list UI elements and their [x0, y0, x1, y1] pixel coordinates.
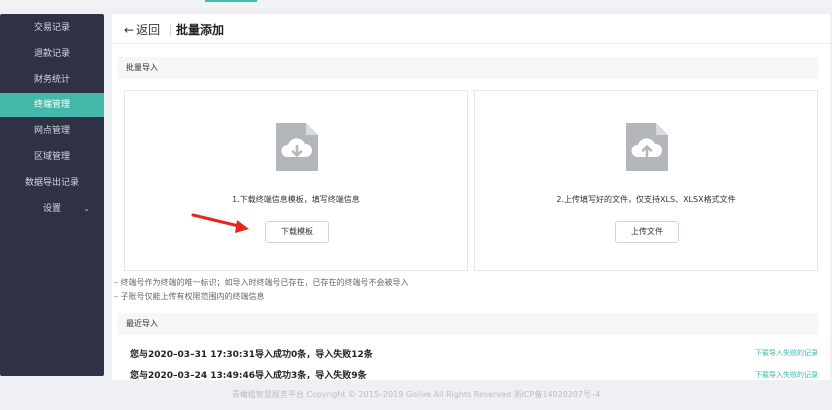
download-template-button[interactable]: 下载模板 [265, 221, 329, 243]
footer-copyright: 青橄榄智慧服务平台 Copyright © 2015–2019 Golive A… [231, 390, 601, 399]
download-failed-records-link[interactable]: 下载导入失败的记录 [755, 370, 818, 380]
cloud-upload-icon [626, 123, 668, 171]
download-instruction: 1.下载终端信息模板，填写终端信息 [232, 195, 360, 204]
upload-file-button[interactable]: 上传文件 [615, 221, 679, 243]
header-divider [170, 24, 171, 36]
sidebar-item-transactions[interactable]: 交易记录 [0, 16, 104, 40]
download-template-card: 1.下载终端信息模板，填写终端信息 下载模板 [124, 90, 468, 271]
import-section-header: 批量导入 [118, 57, 818, 79]
cloud-download-icon [276, 123, 318, 171]
chevron-down-icon: ⌄ [83, 204, 90, 213]
download-failed-records-link[interactable]: 下载导入失败的记录 [755, 348, 818, 358]
active-tab-indicator [205, 0, 257, 2]
sidebar-item-outlets[interactable]: 网点管理 [0, 119, 104, 143]
sidebar: 交易记录 退款记录 财务统计 终端管理 网点管理 区域管理 数据导出记录 设置 … [0, 14, 104, 376]
sidebar-item-finance[interactable]: 财务统计 [0, 68, 104, 92]
section-title: 批量导入 [126, 63, 158, 72]
top-strip [0, 0, 832, 8]
import-record: 您与2020–03–31 17:30:31导入成功0条，导入失败12条 [130, 350, 373, 360]
sidebar-item-regions[interactable]: 区域管理 [0, 145, 104, 169]
note-line: – 子账号仅能上传有权限范围内的终端信息 [114, 292, 265, 301]
back-label: 返回 [136, 23, 161, 37]
page-title: 批量添加 [176, 23, 225, 37]
sidebar-item-settings[interactable]: 设置 ⌄ [0, 197, 104, 221]
upload-file-card: 2.上传填写好的文件，仅支持XLS、XLSX格式文件 上传文件 [474, 90, 818, 271]
sidebar-item-data-export[interactable]: 数据导出记录 [0, 171, 104, 195]
red-arrow-annotation [191, 213, 249, 233]
main-panel: ← 返回 批量添加 批量导入 1.下载终端信息模板，填写终端信息 下载模板 2.上… [112, 14, 830, 380]
section-title: 最近导入 [126, 319, 158, 328]
back-button[interactable]: ← 返回 [124, 21, 160, 38]
upload-instruction: 2.上传填写好的文件，仅支持XLS、XLSX格式文件 [556, 195, 736, 204]
sidebar-item-label: 设置 [42, 204, 61, 214]
note-line: – 终端号作为终端的唯一标识；如导入时终端号已存在，已存在的终端号不会被导入 [114, 278, 409, 287]
sidebar-item-refunds[interactable]: 退款记录 [0, 42, 104, 66]
arrow-left-icon: ← [124, 23, 135, 37]
sidebar-item-terminals[interactable]: 终端管理 [0, 93, 104, 117]
recent-section-header: 最近导入 [118, 313, 818, 335]
page-header: ← 返回 批量添加 [112, 14, 830, 44]
